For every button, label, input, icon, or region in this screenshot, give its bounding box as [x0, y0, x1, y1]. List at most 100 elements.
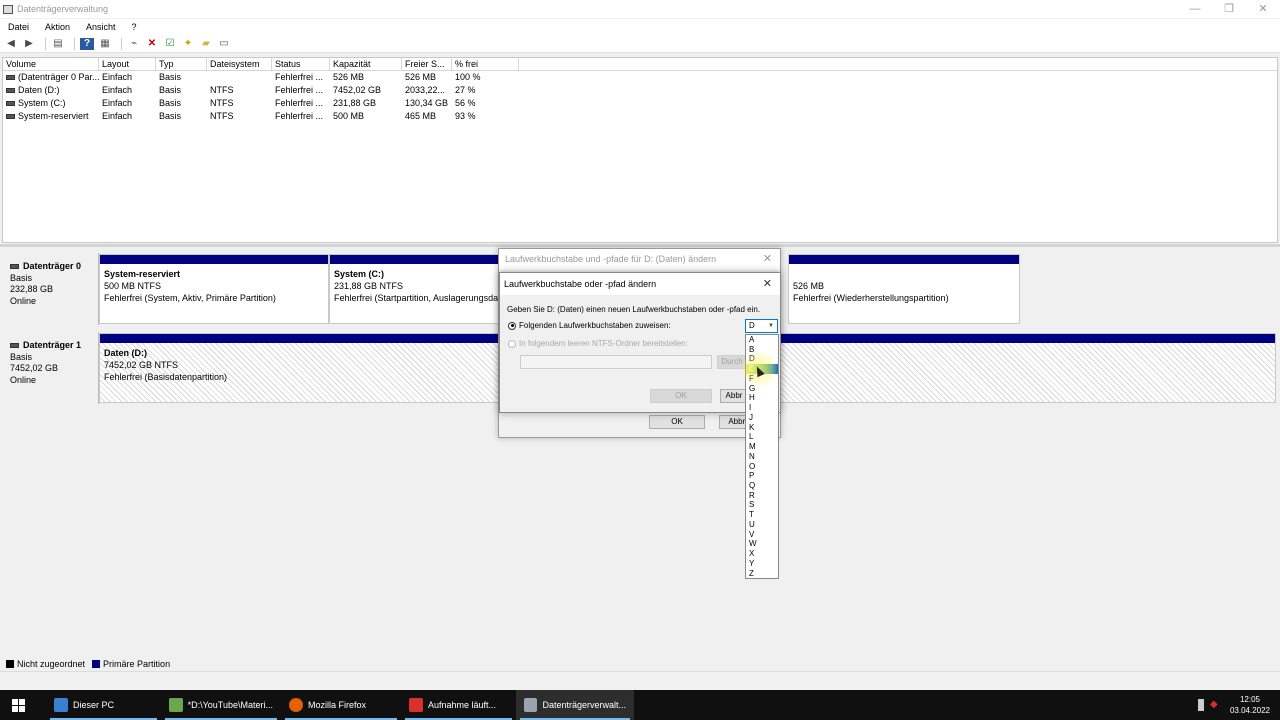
drive-letter-option[interactable]: A	[746, 335, 778, 345]
folder-path-input[interactable]	[520, 355, 712, 369]
cell-typ: Basis	[159, 72, 182, 82]
cell-prozent-frei: 56 %	[455, 98, 476, 108]
close-icon[interactable]: ✕	[763, 249, 772, 270]
cell-prozent-frei: 27 %	[455, 85, 476, 95]
drive-icon	[6, 88, 15, 93]
cancel-button[interactable]: Abbr	[720, 389, 748, 403]
column-header-layout[interactable]: Layout	[99, 58, 156, 70]
recording-indicator-icon[interactable]: ◆	[1210, 699, 1220, 711]
start-button[interactable]	[0, 690, 36, 720]
drive-letter-option[interactable]: T	[746, 510, 778, 520]
drive-letter-option[interactable]: X	[746, 549, 778, 559]
cell-freier-speicher: 526 MB	[405, 72, 437, 82]
minimize-button[interactable]: —	[1178, 0, 1212, 18]
assign-letter-radio[interactable]: Folgenden Laufwerkbuchstaben zuweisen:	[508, 321, 671, 330]
partition-recovery[interactable]: 526 MB Fehlerfrei (Wiederherstellungspar…	[788, 254, 1020, 324]
drive-letter-option[interactable]: H	[746, 393, 778, 403]
ok-button[interactable]: OK	[649, 415, 705, 429]
table-row[interactable]: (Datenträger 0 Par... Einfach Basis Fehl…	[3, 71, 1277, 84]
menu-ansicht[interactable]: Ansicht	[78, 22, 124, 32]
drive-letter-option[interactable]: M	[746, 442, 778, 452]
drive-letter-option[interactable]: I	[746, 403, 778, 413]
drive-letter-option[interactable]: U	[746, 520, 778, 530]
clock[interactable]: 12:05 03.04.2022	[1230, 694, 1270, 716]
cell-kapazitaet: 500 MB	[333, 111, 365, 121]
drive-letter-option[interactable]: Z	[746, 569, 778, 579]
radio-label: In folgendem leeren NTFS-Ordner bereitst…	[519, 339, 688, 348]
forward-icon[interactable]: ▶	[22, 38, 36, 50]
help-icon[interactable]: ?	[80, 37, 94, 50]
browse-button[interactable]: Durch	[717, 355, 747, 369]
folder-icon[interactable]: ▰	[199, 38, 213, 50]
check-icon[interactable]: ☑	[163, 38, 177, 50]
microphone-icon[interactable]	[1197, 699, 1204, 711]
drive-letter-option[interactable]: Q	[746, 481, 778, 491]
partition-status: Fehlerfrei (Wiederherstellungspartition)	[793, 293, 949, 303]
delete-icon[interactable]: ✕	[145, 38, 159, 50]
cell-volume: Daten (D:)	[18, 85, 60, 95]
connect-icon[interactable]: ⌁	[127, 38, 141, 50]
drive-letter-option[interactable]: D	[746, 354, 778, 364]
back-icon[interactable]: ◀	[4, 38, 18, 50]
taskbar-item-editor[interactable]: *D:\YouTube\Materi...	[161, 690, 281, 720]
drive-letter-option[interactable]: Y	[746, 559, 778, 569]
drive-letter-select[interactable]: D ▼	[745, 319, 778, 333]
disk-management-icon	[3, 4, 13, 14]
drive-letter-option[interactable]: G	[746, 384, 778, 394]
drive-letter-option[interactable]: F	[746, 374, 778, 384]
drive-letter-option[interactable]: P	[746, 471, 778, 481]
view-icon[interactable]: ▭	[217, 38, 231, 50]
taskbar-item-disk-management[interactable]: Datenträgerverwalt...	[516, 690, 634, 720]
new-icon[interactable]: ✦	[181, 38, 195, 50]
ok-button[interactable]: OK	[650, 389, 712, 403]
menu-aktion[interactable]: Aktion	[37, 22, 78, 32]
cell-layout: Einfach	[102, 85, 133, 95]
drive-icon	[10, 264, 19, 270]
taskbar-item-label: Dieser PC	[73, 700, 115, 710]
table-row[interactable]: Daten (D:) Einfach Basis NTFS Fehlerfrei…	[3, 84, 1277, 97]
drive-letter-option[interactable]: K	[746, 423, 778, 433]
disk-0-label[interactable]: Datenträger 0 Basis 232,88 GB Online	[4, 253, 99, 325]
column-header-typ[interactable]: Typ	[156, 58, 207, 70]
column-header-freier-speicher[interactable]: Freier S...	[402, 58, 452, 70]
partition-system-reserved[interactable]: System-reserviert 500 MB NTFS Fehlerfrei…	[99, 254, 329, 324]
close-icon[interactable]: ✕	[763, 273, 772, 295]
mount-folder-radio[interactable]: In folgendem leeren NTFS-Ordner bereitst…	[508, 339, 688, 348]
table-row[interactable]: System (C:) Einfach Basis NTFS Fehlerfre…	[3, 97, 1277, 110]
drive-letter-option[interactable]: J	[746, 413, 778, 423]
pane-splitter[interactable]	[0, 244, 1280, 247]
disk-1-label[interactable]: Datenträger 1 Basis 7452,02 GB Online	[4, 332, 99, 404]
close-button[interactable]: ✕	[1246, 0, 1280, 18]
column-header-status[interactable]: Status	[272, 58, 330, 70]
menu-help[interactable]: ?	[124, 22, 145, 32]
disk-status: Online	[10, 374, 37, 385]
disk-name: Datenträger 1	[23, 340, 82, 350]
drive-icon	[6, 114, 15, 119]
taskbar-item-recording[interactable]: Aufnahme läuft...	[401, 690, 516, 720]
drive-letter-option[interactable]: O	[746, 462, 778, 472]
drive-letter-option[interactable]: B	[746, 345, 778, 355]
column-header-dateisystem[interactable]: Dateisystem	[207, 58, 272, 70]
taskbar-item-firefox[interactable]: Mozilla Firefox	[281, 690, 401, 720]
cell-freier-speicher: 2033,22...	[405, 85, 446, 95]
drive-letter-option[interactable]: L	[746, 432, 778, 442]
cell-dateisystem: NTFS	[210, 98, 234, 108]
table-row[interactable]: System-reserviert Einfach Basis NTFS Feh…	[3, 110, 1277, 123]
menu-datei[interactable]: Datei	[0, 22, 37, 32]
column-header-volume[interactable]: Volume	[3, 58, 99, 70]
drive-letter-option[interactable]: W	[746, 539, 778, 549]
maximize-button[interactable]: ❐	[1212, 0, 1246, 18]
list-icon[interactable]: ▦	[98, 38, 112, 50]
column-header-kapazitaet[interactable]: Kapazität	[330, 58, 402, 70]
drive-letter-option[interactable]: R	[746, 491, 778, 501]
partition-system-c[interactable]: System (C:) 231,88 GB NTFS Fehlerfrei (S…	[329, 254, 499, 324]
column-header-prozent-frei[interactable]: % frei	[452, 58, 519, 70]
taskbar-item-dieser-pc[interactable]: Dieser PC	[46, 690, 161, 720]
legend-swatch-primary	[92, 660, 101, 668]
drive-letter-option[interactable]: S	[746, 500, 778, 510]
dialog-titlebar: Laufwerkbuchstabe und -pfade für D: (Dat…	[499, 249, 780, 270]
properties-icon[interactable]: ▤	[51, 38, 65, 50]
legend: Nicht zugeordnet Primäre Partition	[6, 659, 177, 669]
drive-letter-option[interactable]: N	[746, 452, 778, 462]
drive-letter-option[interactable]: V	[746, 530, 778, 540]
